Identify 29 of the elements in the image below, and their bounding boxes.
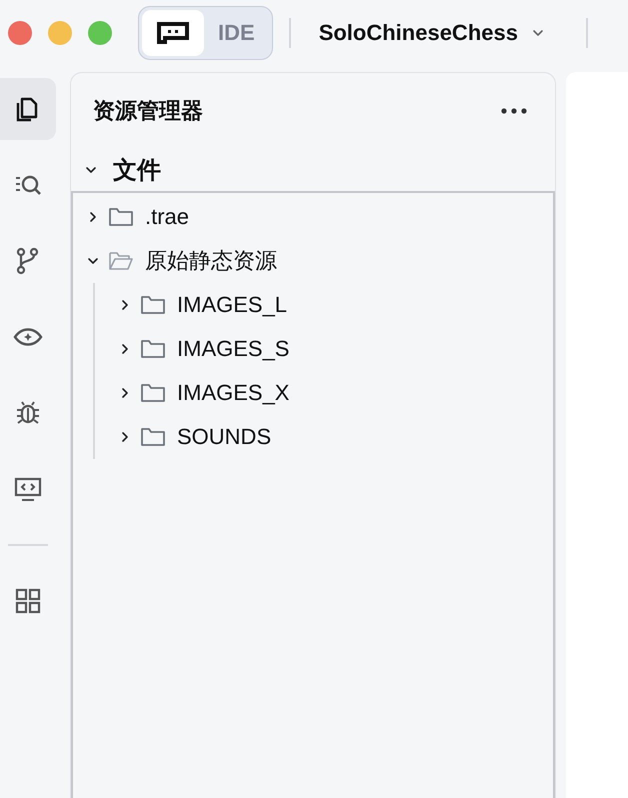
folder-name: SOUNDS xyxy=(177,424,272,450)
files-tab[interactable] xyxy=(0,78,56,140)
chevron-down-icon[interactable] xyxy=(87,255,99,267)
tree-item[interactable]: IMAGES_L xyxy=(95,283,553,327)
open-folder-icon xyxy=(109,251,133,271)
tree-item[interactable]: IMAGES_S xyxy=(95,327,553,371)
folder-icon xyxy=(141,295,165,315)
logo-tab[interactable] xyxy=(142,10,204,56)
folder-name: IMAGES_X xyxy=(177,380,290,406)
folder-name: .trae xyxy=(145,204,190,230)
tree-item[interactable]: .trae xyxy=(73,195,553,239)
more-icon[interactable] xyxy=(501,108,527,114)
folder-icon xyxy=(141,383,165,403)
chevron-down-icon xyxy=(85,164,97,176)
grid-icon xyxy=(13,586,43,616)
terminal-logo-icon xyxy=(156,21,190,45)
folder-icon xyxy=(141,427,165,447)
folder-name: 原始静态资源 xyxy=(145,247,277,275)
folder-name: IMAGES_L xyxy=(177,292,288,318)
close-button[interactable] xyxy=(8,21,32,45)
tree-item[interactable]: SOUNDS xyxy=(95,415,553,459)
tree-item[interactable]: 原始静态资源 xyxy=(73,239,553,283)
section-header[interactable]: 文件 xyxy=(71,149,555,191)
folder-name: IMAGES_S xyxy=(177,336,290,362)
project-dropdown[interactable]: SoloChineseChess xyxy=(306,20,556,46)
folder-icon xyxy=(109,207,133,227)
tree-item[interactable]: IMAGES_X xyxy=(95,371,553,415)
panel-title: 资源管理器 xyxy=(93,97,203,125)
folder-icon xyxy=(141,339,165,359)
